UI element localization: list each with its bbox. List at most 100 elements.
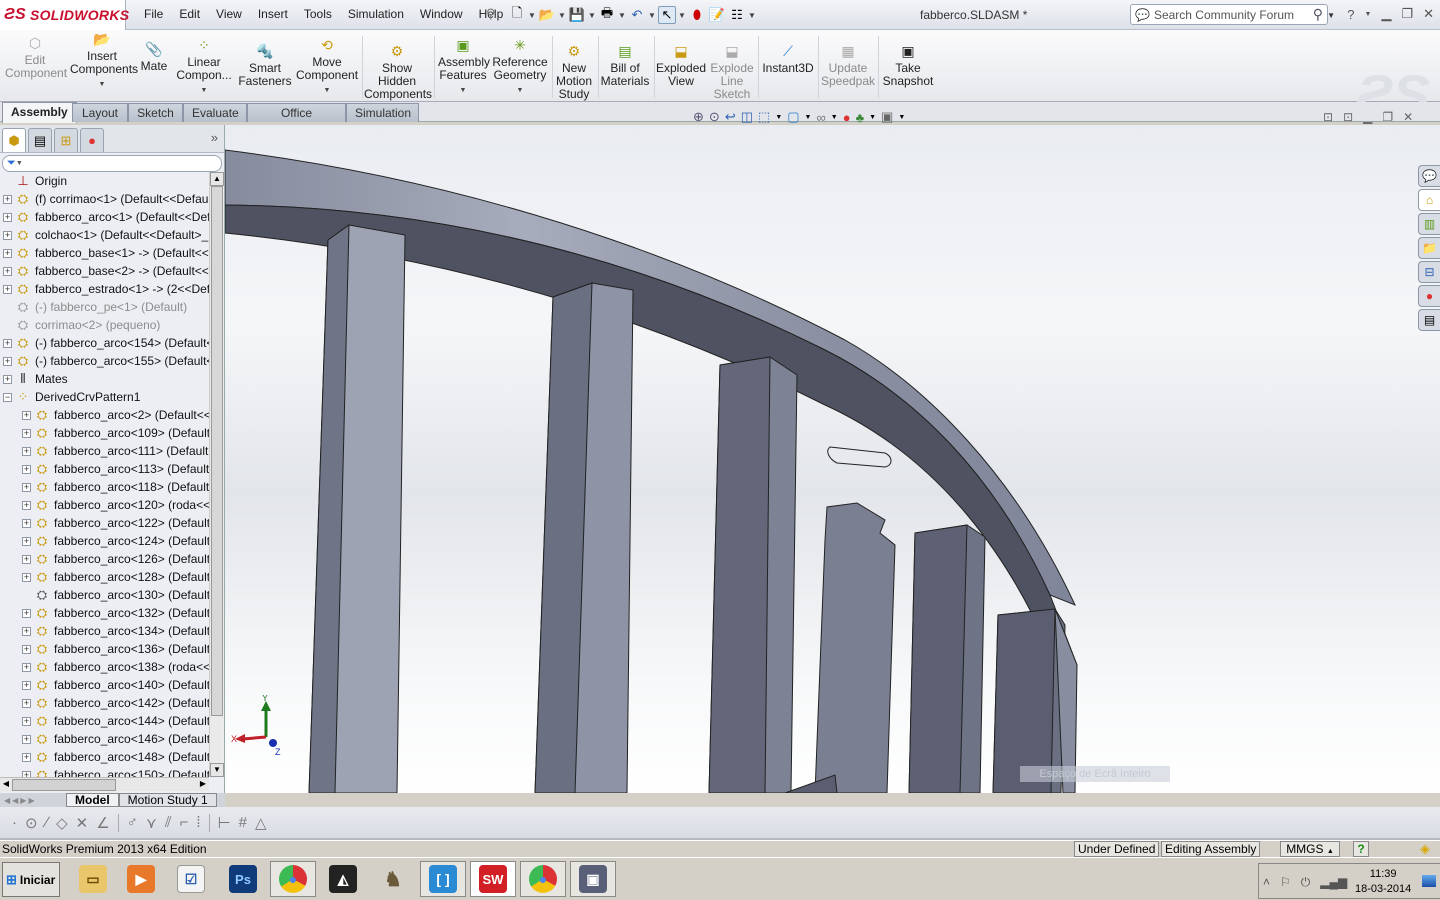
tree-item[interactable]: + ⛭ fabberco_arco<126> (Default< xyxy=(0,550,209,568)
viewport-close-icon[interactable]: ✕ xyxy=(1403,110,1413,124)
angle-icon[interactable]: ∠ xyxy=(96,814,109,832)
previous-view-icon[interactable]: ↩ xyxy=(725,109,736,125)
tab-evaluate[interactable]: Evaluate xyxy=(183,103,247,122)
scroll-thumb[interactable] xyxy=(12,779,116,791)
filter-dropdown-icon[interactable]: ▼ xyxy=(16,160,23,167)
help-dropdown-icon[interactable]: ▼ xyxy=(1365,11,1372,18)
tree-item[interactable]: + ⛭ fabberco_arco<144> (Default< xyxy=(0,712,209,730)
design-library-tab[interactable]: ▥ xyxy=(1418,213,1440,235)
tab-office-products[interactable]: Office Products xyxy=(247,103,346,138)
update-speedpak-button[interactable]: ▦ Update Speedpak xyxy=(820,42,876,88)
tab-sketch[interactable]: Sketch xyxy=(128,103,183,122)
dropdown-arrow-icon[interactable]: ▼ xyxy=(70,78,134,91)
expand-icon[interactable]: + xyxy=(22,608,31,618)
expand-icon[interactable]: + xyxy=(22,626,31,636)
expand-icon[interactable]: + xyxy=(22,500,31,510)
taskbar-chrome[interactable]: ● xyxy=(270,861,316,897)
print-icon[interactable]: 🖶 xyxy=(598,5,616,24)
home-tab[interactable]: ⌂ xyxy=(1418,189,1440,211)
insert-components-button[interactable]: 📂 Insert Components ▼ xyxy=(70,30,138,91)
system-clock[interactable]: 11:39 18-03-2014 xyxy=(1355,867,1411,897)
solidworks-logo[interactable]: ƧS SOLIDWORKS xyxy=(0,0,129,30)
view-settings-icon[interactable]: ▣ xyxy=(881,109,893,125)
tree-item[interactable]: + ⛭ (-) fabberco_arco<154> (Default< xyxy=(0,334,209,352)
instant3d-button[interactable]: ⟋ Instant3D xyxy=(760,42,816,75)
tab-layout[interactable]: Layout xyxy=(72,103,128,122)
expand-icon[interactable]: + xyxy=(3,212,12,222)
search-community-forum[interactable]: 💬 Search Community Forum ⚲ ▼ xyxy=(1130,4,1335,25)
view-orientation-icon[interactable]: ⬚ xyxy=(758,109,770,125)
minimize-icon[interactable]: ▁ xyxy=(1381,6,1391,22)
menu-simulation[interactable]: Simulation xyxy=(340,7,412,21)
rebuild-traffic-light-icon[interactable]: ⬮ xyxy=(688,6,706,24)
midpoint-icon[interactable]: ⁞ xyxy=(196,814,200,832)
show-hidden-components-button[interactable]: ⚙ Show Hidden Components xyxy=(364,42,432,101)
taskbar-gimp[interactable]: ♞ xyxy=(370,861,416,897)
scroll-up-icon[interactable]: ▲ xyxy=(210,172,224,186)
taskbar-media-player[interactable]: ▶ xyxy=(118,861,164,897)
dropdown-arrow-icon[interactable]: ▼ xyxy=(438,84,488,97)
options-dropdown-icon[interactable]: ▼ xyxy=(748,11,756,20)
network-signal-icon[interactable]: ▂▄▆ xyxy=(1320,875,1347,890)
menu-insert[interactable]: Insert xyxy=(250,7,296,21)
tree-item[interactable]: ⊥ Origin xyxy=(0,172,209,190)
expand-icon[interactable]: + xyxy=(22,482,31,492)
tree-item[interactable]: + ⛭ fabberco_base<2> -> (Default<<I xyxy=(0,262,209,280)
tree-item[interactable]: + ⛭ fabberco_arco<132> (Default< xyxy=(0,604,209,622)
expand-icon[interactable]: + xyxy=(3,284,12,294)
tree-item[interactable]: + ⛭ fabberco_arco<1> (Default<<Defa xyxy=(0,208,209,226)
polygon-icon[interactable]: ◇ xyxy=(56,814,68,832)
power-plug-icon[interactable]: ⏻ xyxy=(1301,875,1311,890)
take-snapshot-button[interactable]: ▣ Take Snapshot xyxy=(880,42,936,88)
graphics-area[interactable]: 💬 ⌂ ▥ 📁 ⊟ ● ▤ Espaço de Ecrã Inteiro Y X… xyxy=(225,125,1440,793)
tree-vertical-scrollbar[interactable]: ▲ ▼ xyxy=(209,172,224,777)
taskbar-file-explorer[interactable]: ▭ xyxy=(70,861,116,897)
edit-appearance-icon[interactable]: ● xyxy=(843,110,851,125)
tree-item[interactable]: + ⛭ fabberco_arco<120> (roda<< xyxy=(0,496,209,514)
tree-item[interactable]: + ⛭ fabberco_arco<109> (Default< xyxy=(0,424,209,442)
options-list-icon[interactable]: ☷ xyxy=(728,6,746,24)
view-palette-tab[interactable]: ⊟ xyxy=(1418,261,1440,283)
menu-file[interactable]: File xyxy=(136,7,171,21)
tab-model[interactable]: Model xyxy=(66,793,119,807)
scroll-down-icon[interactable]: ▼ xyxy=(210,763,224,777)
line-icon[interactable]: ∕ xyxy=(46,814,49,832)
close-icon[interactable]: ✕ xyxy=(1423,6,1434,22)
help-status-icon[interactable]: ? xyxy=(1353,841,1369,857)
tree-item[interactable]: + ⛭ fabberco_arco<111> (Default< xyxy=(0,442,209,460)
tree-item[interactable]: ⛭ corrimao<2> (pequeno) xyxy=(0,316,209,334)
expand-icon[interactable]: + xyxy=(22,644,31,654)
expand-icon[interactable]: + xyxy=(22,698,31,708)
tab-motion-study-1[interactable]: Motion Study 1 xyxy=(118,793,217,807)
expand-icon[interactable]: + xyxy=(22,446,31,456)
tree-item[interactable]: + ⛭ fabberco_arco<142> (Default< xyxy=(0,694,209,712)
dropdown-arrow-icon[interactable]: ▼ xyxy=(174,84,234,97)
tangent-icon[interactable]: ♂ xyxy=(127,814,138,832)
tile-right-icon[interactable]: ⊡ xyxy=(1343,110,1353,124)
view-settings-dropdown-icon[interactable]: ▼ xyxy=(898,114,905,121)
appearances-tab[interactable]: ● xyxy=(1418,285,1440,307)
select-dropdown-icon[interactable]: ▼ xyxy=(678,11,686,20)
collapse-icon[interactable]: − xyxy=(3,392,12,402)
pin-menu-icon[interactable]: ⚲ xyxy=(486,6,496,22)
expand-icon[interactable]: + xyxy=(3,230,12,240)
explode-line-sketch-button[interactable]: ⬓ Explode Line Sketch xyxy=(708,42,756,101)
tree-item[interactable]: + ⛭ fabberco_arco<122> (Default< xyxy=(0,514,209,532)
show-hidden-icons-icon[interactable]: ˄ xyxy=(1263,875,1270,890)
move-component-button[interactable]: ⟲ Move Component ▼ xyxy=(296,36,358,97)
property-manager-tab[interactable]: ▤ xyxy=(28,128,52,152)
help-icon[interactable]: ? xyxy=(1347,7,1354,22)
reference-geometry-button[interactable]: ✳ Reference Geometry ▼ xyxy=(492,36,548,97)
expand-panel-icon[interactable]: » xyxy=(211,130,218,145)
mate-button[interactable]: 📎 Mate xyxy=(138,40,170,73)
tree-horizontal-scrollbar[interactable]: ◀ ▶ xyxy=(0,777,209,791)
dropdown-arrow-icon[interactable]: ▼ xyxy=(296,84,358,97)
configuration-manager-tab[interactable]: ⊞ xyxy=(54,128,78,152)
solidworks-resources-tab[interactable]: 💬 xyxy=(1418,165,1440,187)
restore-icon[interactable]: ❐ xyxy=(1401,6,1413,22)
smart-fasteners-button[interactable]: 🔩 Smart Fasteners xyxy=(238,42,292,88)
menu-window[interactable]: Window xyxy=(412,7,471,21)
expand-icon[interactable]: + xyxy=(22,554,31,564)
tree-item[interactable]: + ⛭ fabberco_arco<140> (Default< xyxy=(0,676,209,694)
expand-icon[interactable]: + xyxy=(3,194,12,204)
